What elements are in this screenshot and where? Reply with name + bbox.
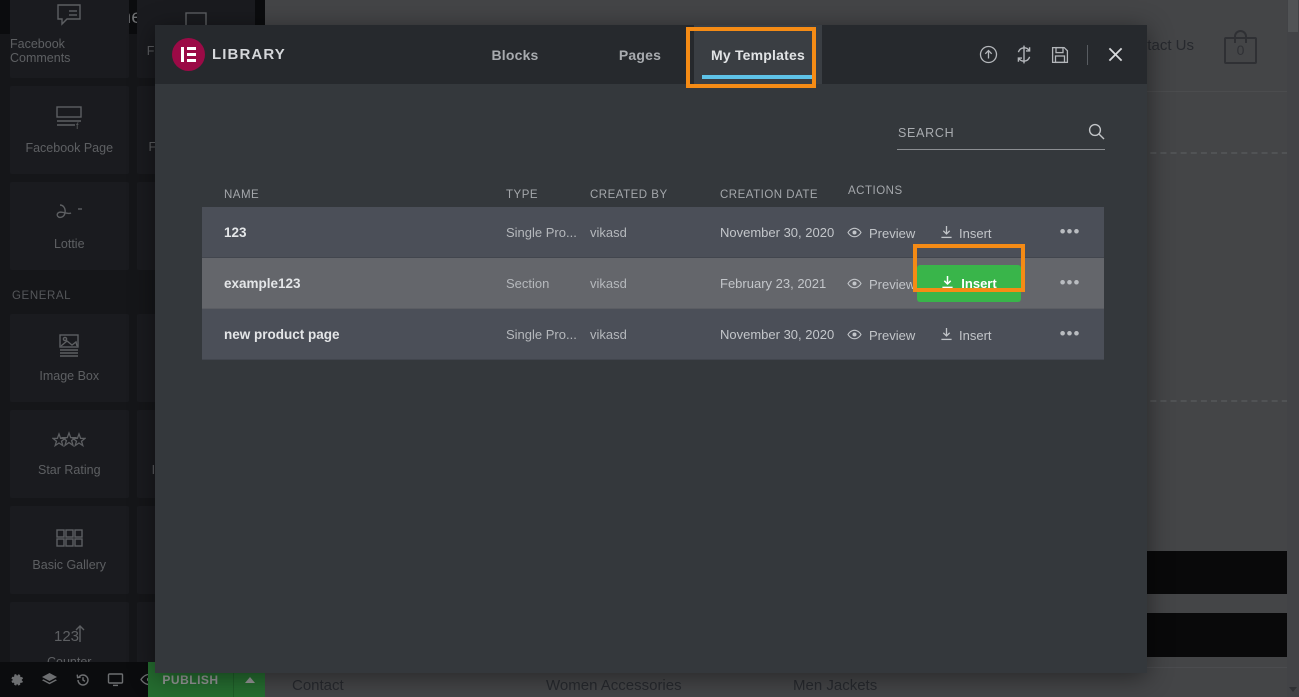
cell-created-by: vikasd [590,327,627,342]
row-more-options-icon[interactable]: ••• [1057,272,1083,294]
navigator-layers-icon[interactable] [33,662,66,697]
download-icon [940,225,953,242]
cell-template-type: Single Pro... [506,225,577,240]
preview-action[interactable]: Preview [847,325,915,345]
footer-link-contact[interactable]: Contact [292,677,344,694]
preview-label: Preview [869,327,916,343]
cell-created-by: vikasd [590,276,627,291]
footer-link-men-jackets[interactable]: Men Jackets [793,677,877,694]
scrollbar-down-arrow-icon[interactable] [1289,687,1297,692]
cell-template-name: new product page [224,327,340,342]
eye-icon [847,226,862,241]
widget-label: Facebook Page [25,141,114,155]
widget-label: Basic Gallery [32,558,107,572]
widget-facebook-page[interactable]: f Facebook Page [10,86,129,174]
nav-link-contact-us[interactable]: ntact Us [1139,37,1194,54]
library-modal: LIBRARY Blocks Pages My Templates SEARCH… [155,25,1147,673]
basic-gallery-icon [55,528,83,551]
widget-facebook-comments[interactable]: Facebook Comments [10,0,129,78]
footer-link-women-accessories[interactable]: Women Accessories [546,677,682,694]
table-row[interactable]: example123 Section vikasd February 23, 2… [202,258,1104,309]
column-header-type: TYPE [506,189,539,201]
lottie-icon [54,201,84,230]
library-modal-header: LIBRARY Blocks Pages My Templates [155,25,1147,84]
image-box-icon [55,333,83,362]
svg-text:f: f [76,121,79,131]
svg-text:123: 123 [54,628,79,645]
chevron-up-icon [244,676,255,683]
app-store-badge[interactable]: n the ore [1140,551,1299,594]
preview-action[interactable]: Preview [847,274,915,294]
cell-created-by: vikasd [590,225,627,240]
facebook-page-icon: f [54,105,84,134]
widget-image-box[interactable]: Image Box [10,314,129,402]
widget-basic-gallery[interactable]: Basic Gallery [10,506,129,594]
library-header-actions [970,25,1133,84]
insert-button[interactable]: Insert [917,265,1021,302]
column-header-creation-date: CREATION DATE [720,189,819,201]
widget-lottie[interactable]: Lottie [10,182,129,270]
close-modal-icon[interactable] [1097,25,1133,84]
facebook-comments-icon [55,3,83,30]
insert-action[interactable]: Insert [940,325,992,345]
insert-action[interactable]: Insert [940,223,992,243]
cart-bag-icon[interactable]: 0 [1224,30,1257,64]
cell-template-type: Section [506,276,550,291]
row-more-options-icon[interactable]: ••• [1057,323,1083,345]
row-more-options-icon[interactable]: ••• [1057,221,1083,243]
preview-action[interactable]: Preview [847,223,915,243]
screen: ntact Us 0 n the ore Play Contact Women … [0,0,1299,697]
column-header-actions: ACTIONS [848,185,903,197]
cell-creation-date: November 30, 2020 [720,225,835,240]
column-header-created-by: CREATED BY [590,189,668,201]
tab-my-templates[interactable]: My Templates [694,25,822,84]
insert-label: Insert [959,225,992,241]
widget-label: Lottie [53,237,85,251]
search-icon[interactable] [1088,123,1105,145]
tab-pages[interactable]: Pages [585,25,695,84]
page-scrollbar[interactable] [1287,0,1299,697]
insert-label: Insert [961,276,997,291]
cell-template-name: 123 [224,225,247,240]
widget-label: Facebook Comments [10,37,71,65]
search-field[interactable]: SEARCH [897,118,1105,150]
counter-icon: 123 [52,623,86,648]
table-header-row: NAME TYPE CREATED BY CREATION DATE ACTIO… [202,163,1104,207]
star-rating-icon [51,431,88,456]
table-row[interactable]: new product page Single Pro... vikasd No… [202,309,1104,360]
preview-label: Preview [869,276,916,292]
responsive-mode-icon[interactable] [99,662,132,697]
templates-table: NAME TYPE CREATED BY CREATION DATE ACTIO… [202,163,1104,360]
widget-label: Image Box [39,369,100,383]
table-row[interactable]: 123 Single Pro... vikasd November 30, 20… [202,207,1104,258]
google-play-badge[interactable]: Play [1140,613,1299,657]
eye-icon [847,277,862,292]
sync-library-icon[interactable] [1006,25,1042,84]
cell-template-name: example123 [224,276,301,291]
cell-creation-date: February 23, 2021 [720,276,827,291]
search-input[interactable]: SEARCH [898,126,954,140]
cart-count: 0 [1236,42,1245,58]
tab-blocks[interactable]: Blocks [460,25,570,84]
cell-template-type: Single Pro... [506,327,577,342]
download-icon [940,327,953,344]
cell-creation-date: November 30, 2020 [720,327,835,342]
column-header-name: NAME [224,189,260,201]
preview-label: Preview [869,225,916,241]
header-divider [1087,44,1088,65]
insert-label: Insert [959,327,992,343]
save-template-icon[interactable] [1042,25,1078,84]
widget-label: Star Rating [37,463,101,477]
scrollbar-thumb[interactable] [1288,0,1298,32]
widget-star-rating[interactable]: Star Rating [10,410,129,498]
settings-gear-icon[interactable] [0,662,33,697]
history-icon[interactable] [66,662,99,697]
download-icon [941,275,954,292]
upload-template-icon[interactable] [970,25,1006,84]
eye-icon [847,328,862,343]
